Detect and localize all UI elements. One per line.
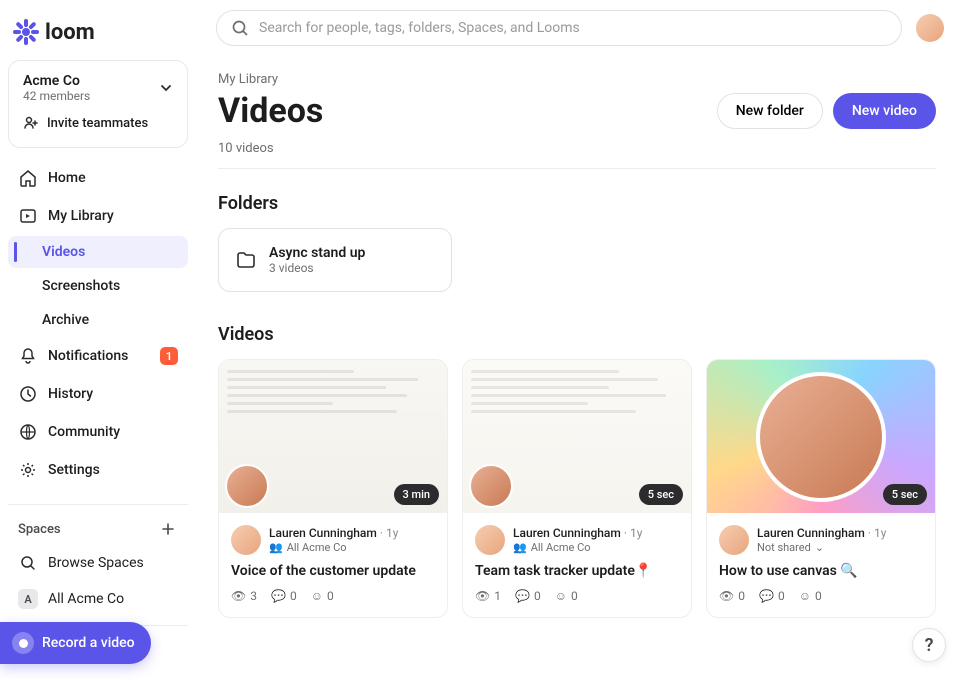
- comment-icon: 💬: [759, 589, 774, 603]
- video-card[interactable]: 3 min Lauren Cunningham · 1y 👥All Acme C…: [218, 359, 448, 618]
- folder-name: Async stand up: [269, 245, 365, 261]
- comment-icon: 💬: [271, 589, 286, 603]
- video-thumbnail: 3 min: [219, 360, 447, 513]
- logo[interactable]: loom: [8, 12, 188, 60]
- notif-badge: 1: [160, 347, 178, 365]
- add-space-button[interactable]: [158, 519, 178, 539]
- author-avatar: [231, 525, 261, 555]
- spaces-heading: Spaces: [18, 522, 61, 537]
- nav-archive[interactable]: Archive: [8, 304, 188, 336]
- duration-badge: 3 min: [394, 484, 440, 505]
- nav-notifications[interactable]: Notifications 1: [8, 338, 188, 374]
- video-count: 10 videos: [218, 141, 936, 156]
- eye-icon: 👁: [231, 589, 246, 603]
- nav-home[interactable]: Home: [8, 160, 188, 196]
- folder-icon: [235, 249, 257, 271]
- workspace-switcher: Acme Co 42 members Invite teammates: [8, 60, 188, 148]
- smile-icon: ☺: [555, 589, 567, 603]
- author-avatar: [719, 525, 749, 555]
- logo-text: loom: [45, 20, 95, 45]
- browse-spaces[interactable]: Browse Spaces: [8, 545, 188, 581]
- video-title: Voice of the customer update: [231, 563, 435, 579]
- nav-screenshots[interactable]: Screenshots: [8, 270, 188, 302]
- workspace-toggle[interactable]: Acme Co 42 members: [17, 69, 179, 107]
- video-thumbnail: 5 sec: [707, 360, 935, 513]
- record-icon: [12, 632, 34, 654]
- people-icon: 👥: [269, 541, 283, 554]
- videos-heading: Videos: [218, 324, 936, 345]
- chevron-down-icon: [159, 81, 173, 95]
- presenter-bubble: [469, 464, 513, 508]
- presenter-bubble: [756, 372, 886, 502]
- bell-icon: [18, 346, 38, 366]
- library-icon: [18, 206, 38, 226]
- nav-library[interactable]: My Library: [8, 198, 188, 234]
- video-card[interactable]: 5 sec Lauren Cunningham · 1y Not shared …: [706, 359, 936, 618]
- eye-icon: 👁: [719, 589, 734, 603]
- video-card[interactable]: 5 sec Lauren Cunningham · 1y 👥All Acme C…: [462, 359, 692, 618]
- author-avatar: [475, 525, 505, 555]
- folders-heading: Folders: [218, 193, 936, 214]
- clock-icon: [18, 384, 38, 404]
- page-title: Videos: [218, 91, 323, 131]
- nav-settings[interactable]: Settings: [8, 452, 188, 488]
- workspace-members: 42 members: [23, 89, 90, 103]
- video-title: Team task tracker update📍: [475, 563, 679, 579]
- search-bar[interactable]: [216, 10, 902, 46]
- comment-icon: 💬: [515, 589, 530, 603]
- search-input[interactable]: [259, 20, 887, 36]
- presenter-bubble: [225, 464, 269, 508]
- nav-community[interactable]: Community: [8, 414, 188, 450]
- workspace-name: Acme Co: [23, 73, 90, 89]
- space-all-acme[interactable]: A All Acme Co: [8, 581, 188, 617]
- chevron-down-icon[interactable]: ⌄: [815, 541, 824, 554]
- video-title: How to use canvas 🔍: [719, 563, 923, 579]
- duration-badge: 5 sec: [639, 484, 683, 505]
- folder-card[interactable]: Async stand up 3 videos: [218, 228, 452, 292]
- help-button[interactable]: ?: [912, 628, 946, 662]
- record-video-button[interactable]: Record a video: [0, 622, 151, 664]
- new-folder-button[interactable]: New folder: [717, 93, 823, 129]
- nav-history[interactable]: History: [8, 376, 188, 412]
- video-thumbnail: 5 sec: [463, 360, 691, 513]
- user-plus-icon: [23, 115, 39, 131]
- smile-icon: ☺: [799, 589, 811, 603]
- search-icon: [231, 19, 249, 37]
- eye-icon: 👁: [475, 589, 490, 603]
- smile-icon: ☺: [311, 589, 323, 603]
- space-avatar: A: [18, 589, 38, 609]
- globe-icon: [18, 422, 38, 442]
- home-icon: [18, 168, 38, 188]
- breadcrumb[interactable]: My Library: [218, 72, 936, 87]
- folder-count: 3 videos: [269, 261, 365, 275]
- invite-teammates[interactable]: Invite teammates: [17, 107, 179, 139]
- people-icon: 👥: [513, 541, 527, 554]
- user-avatar[interactable]: [916, 14, 944, 42]
- new-video-button[interactable]: New video: [833, 93, 936, 129]
- gear-icon: [18, 460, 38, 480]
- nav-videos[interactable]: Videos: [8, 236, 188, 268]
- search-icon: [18, 553, 38, 573]
- loom-icon: [12, 18, 40, 46]
- duration-badge: 5 sec: [883, 484, 927, 505]
